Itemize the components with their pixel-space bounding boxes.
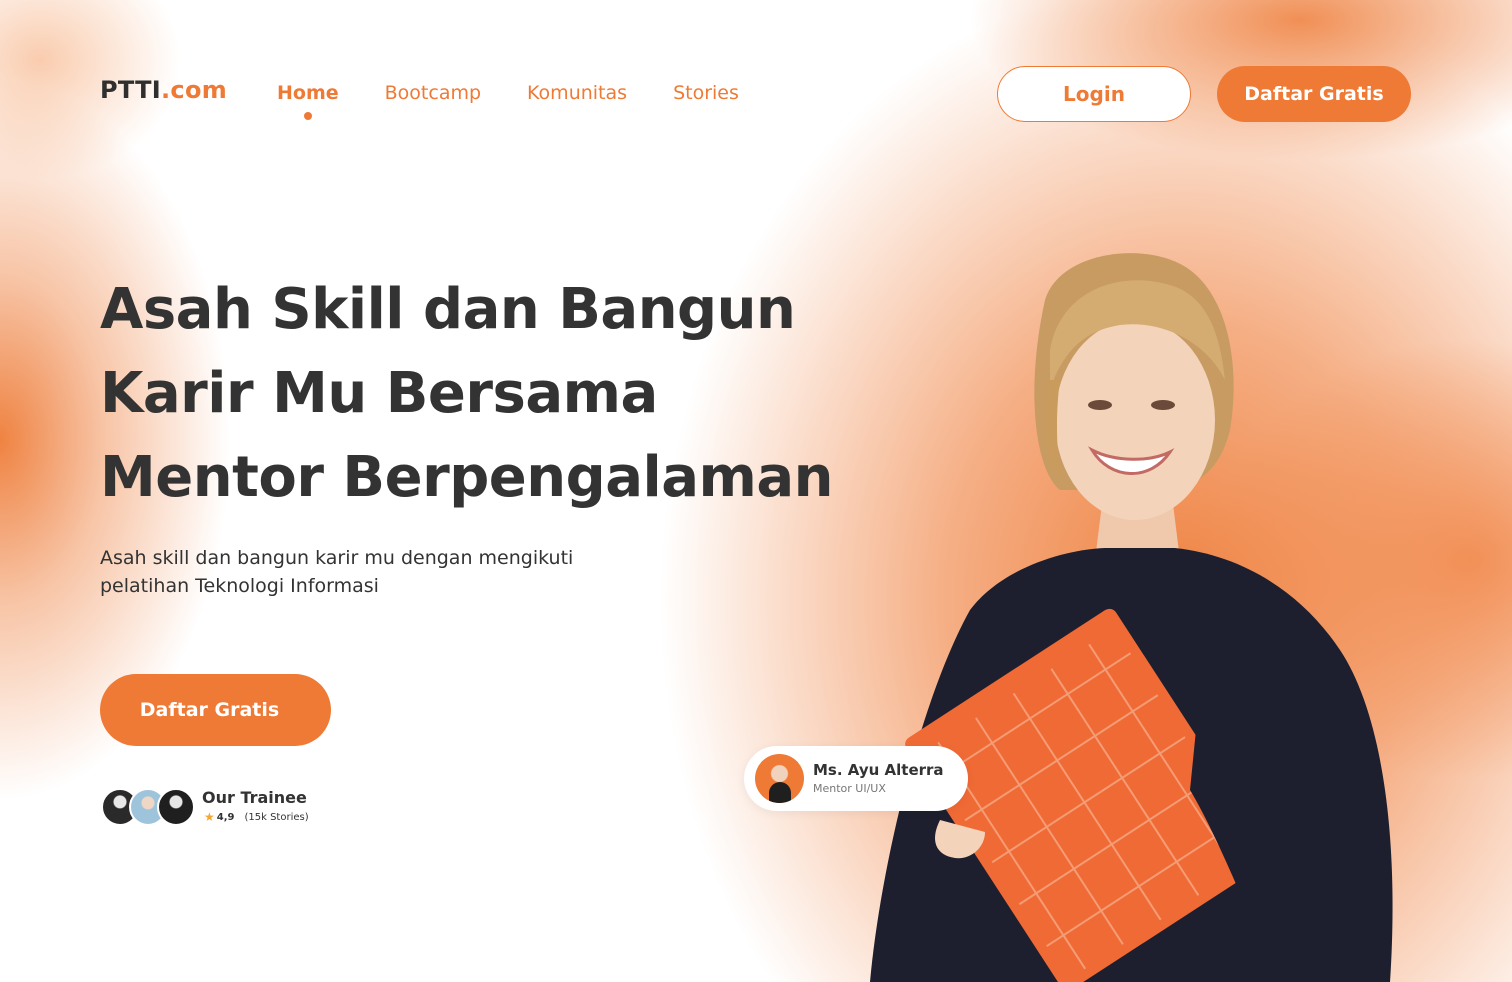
hero-title-line: Asah Skill dan Bangun xyxy=(100,277,796,342)
hero-title: Asah Skill dan Bangun Karir Mu Bersama M… xyxy=(100,268,880,520)
avatar xyxy=(157,788,195,826)
nav-item-label: Bootcamp xyxy=(384,82,482,104)
nav-item-bootcamp[interactable]: Bootcamp xyxy=(385,82,481,104)
trainee-avatars xyxy=(101,788,195,826)
nav-item-stories[interactable]: Stories xyxy=(673,82,739,104)
signup-button-hero[interactable]: Daftar Gratis xyxy=(100,674,331,746)
mentor-name: Ms. Ayu Alterra xyxy=(813,761,944,779)
logo-text-domain: .com xyxy=(161,76,228,104)
hero-subtitle-line: Asah skill dan bangun karir mu dengan me… xyxy=(100,547,574,569)
mentor-card[interactable]: Ms. Ayu Alterra Mentor UI/UX xyxy=(744,746,968,811)
rating-value: 4,9 xyxy=(216,811,235,823)
nav-item-label: Home xyxy=(277,82,339,104)
hero-subtitle: Asah skill dan bangun karir mu dengan me… xyxy=(100,544,640,600)
hero-mentor-photo xyxy=(870,253,1393,982)
signup-button-header[interactable]: Daftar Gratis xyxy=(1217,66,1411,122)
logo-text-main: PTTI xyxy=(100,76,162,104)
stories-count: (15k Stories) xyxy=(244,811,309,823)
trainee-title: Our Trainee xyxy=(202,788,307,807)
nav-item-label: Stories xyxy=(673,82,739,104)
star-icon: ★ xyxy=(204,810,215,824)
nav-item-label: Komunitas xyxy=(527,82,628,104)
logo[interactable]: PTTI.com xyxy=(100,76,227,104)
landing-page: PTTI.com Home Bootcamp Komunitas Stories… xyxy=(0,0,1512,982)
active-indicator-dot xyxy=(303,112,312,120)
hero-title-line: Mentor Berpengalaman xyxy=(100,445,834,510)
avatar xyxy=(755,754,804,803)
hero-title-line: Karir Mu Bersama xyxy=(100,361,658,426)
hero-subtitle-line: pelatihan Teknologi Informasi xyxy=(100,575,379,597)
mentor-role: Mentor UI/UX xyxy=(813,782,886,795)
nav-item-home[interactable]: Home xyxy=(277,82,339,120)
trainee-rating: ★ 4,9 (15k Stories) xyxy=(204,810,309,824)
nav-item-komunitas[interactable]: Komunitas xyxy=(527,82,627,104)
login-button[interactable]: Login xyxy=(997,66,1191,122)
main-nav: Home Bootcamp Komunitas Stories xyxy=(277,82,739,120)
